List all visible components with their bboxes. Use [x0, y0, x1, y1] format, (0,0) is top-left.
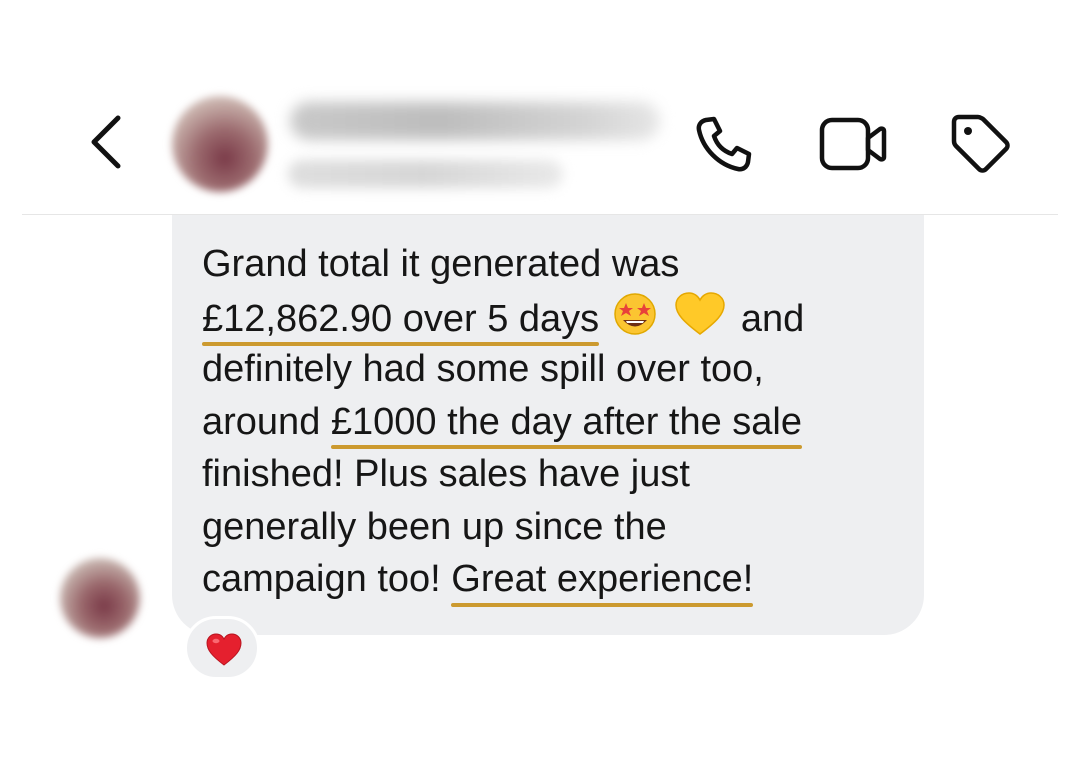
message-line: generally been up since the	[202, 501, 922, 554]
highlighted-phrase: £1000 the day after the sale	[330, 396, 803, 449]
message-reaction[interactable]	[184, 616, 260, 680]
back-button[interactable]	[82, 112, 132, 172]
sender-avatar[interactable]	[60, 558, 140, 638]
message-line: £12,862.90 over 5 days and	[202, 291, 922, 346]
message-text-segment: definitely had some spill over too,	[202, 348, 764, 390]
yellow-heart-emoji	[674, 291, 730, 352]
message-text-segment: finished! Plus sales have just	[202, 453, 690, 495]
highlight-text: Great experience!	[451, 558, 754, 600]
video-camera-icon	[819, 117, 887, 171]
highlight-underline	[451, 602, 754, 607]
star-struck-emoji	[610, 291, 664, 352]
red-heart-emoji	[206, 633, 242, 666]
highlight-underline	[330, 445, 803, 449]
phone-icon	[696, 116, 752, 172]
message-text-segment: generally been up since the	[202, 505, 667, 548]
highlight-text: £12,862.90 over 5 days	[202, 297, 600, 340]
chevron-left-icon	[91, 115, 121, 169]
message-text-segment: and	[740, 297, 805, 340]
message-line: definitely had some spill over too,	[202, 343, 922, 396]
chat-header	[0, 0, 1080, 216]
highlight-text: £1000 the day after the sale	[330, 400, 803, 443]
message-text-segment: Grand total it generated was	[202, 243, 680, 285]
message-text-segment: campaign too!	[202, 558, 452, 600]
audio-call-button[interactable]	[692, 112, 756, 176]
contact-avatar[interactable]	[172, 96, 268, 192]
contact-name-redacted[interactable]	[290, 102, 660, 140]
message-line: Grand total it generated was	[202, 238, 922, 291]
highlighted-phrase: Great experience!	[451, 553, 754, 607]
tag-button[interactable]	[948, 112, 1012, 176]
message-line: around £1000 the day after the sale	[202, 396, 922, 449]
video-call-button[interactable]	[818, 112, 887, 176]
contact-username-redacted	[288, 160, 563, 188]
message-text-segment: around	[202, 400, 331, 443]
message-line: campaign too! Great experience!	[202, 553, 922, 607]
tag-icon	[951, 114, 1010, 173]
message-text: Grand total it generated was £12,862.90 …	[202, 238, 922, 607]
highlighted-phrase: £12,862.90 over 5 days	[202, 293, 600, 346]
message-line: finished! Plus sales have just	[202, 448, 922, 501]
highlight-underline	[202, 342, 600, 346]
